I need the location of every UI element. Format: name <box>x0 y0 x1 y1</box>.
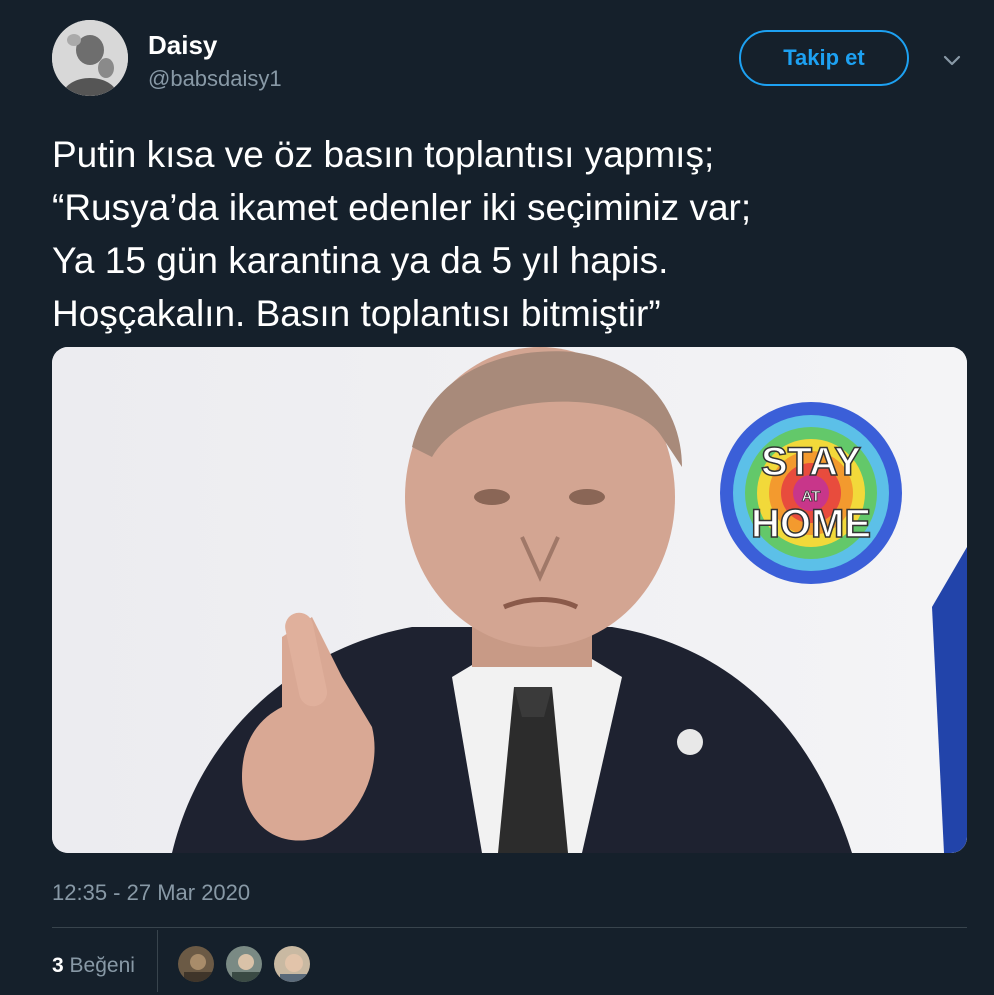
tweet-image[interactable]: STAY AT HOME <box>52 347 967 853</box>
user-name[interactable]: Daisy <box>148 30 217 61</box>
liker-avatar[interactable] <box>224 944 264 984</box>
tweet-text-line: Ya 15 gün karantina ya da 5 yıl hapis. <box>52 240 669 281</box>
tweet-text-line: Putin kısa ve öz basın toplantısı yapmış… <box>52 134 715 175</box>
badge-text-bottom: HOME <box>751 502 871 546</box>
likes-label: Beğeni <box>69 954 135 977</box>
likes-count: 3 <box>52 954 64 977</box>
chevron-down-icon[interactable] <box>940 48 964 72</box>
badge-text-top: STAY <box>761 440 861 484</box>
photo-illustration: STAY AT HOME <box>52 347 967 853</box>
likes-stat[interactable]: 3 Beğeni <box>52 954 135 978</box>
tweet-header: Daisy @babsdaisy1 Takip et <box>0 0 994 110</box>
avatar[interactable] <box>52 20 128 96</box>
liker-avatar[interactable] <box>272 944 312 984</box>
tweet-text: Putin kısa ve öz basın toplantısı yapmış… <box>52 128 952 340</box>
liker-avatar[interactable] <box>176 944 216 984</box>
tweet-text-line: “Rusya’da ikamet edenler iki seçiminiz v… <box>52 187 752 228</box>
divider <box>52 927 967 928</box>
user-handle[interactable]: @babsdaisy1 <box>148 66 282 92</box>
tweet-timestamp[interactable]: 12:35 - 27 Mar 2020 <box>52 880 250 906</box>
stats-separator <box>157 930 158 992</box>
follow-button[interactable]: Takip et <box>739 30 909 86</box>
tweet-text-line: Hoşçakalın. Basın toplantısı bitmiştir” <box>52 293 661 334</box>
stay-at-home-badge: STAY AT HOME <box>720 402 902 584</box>
